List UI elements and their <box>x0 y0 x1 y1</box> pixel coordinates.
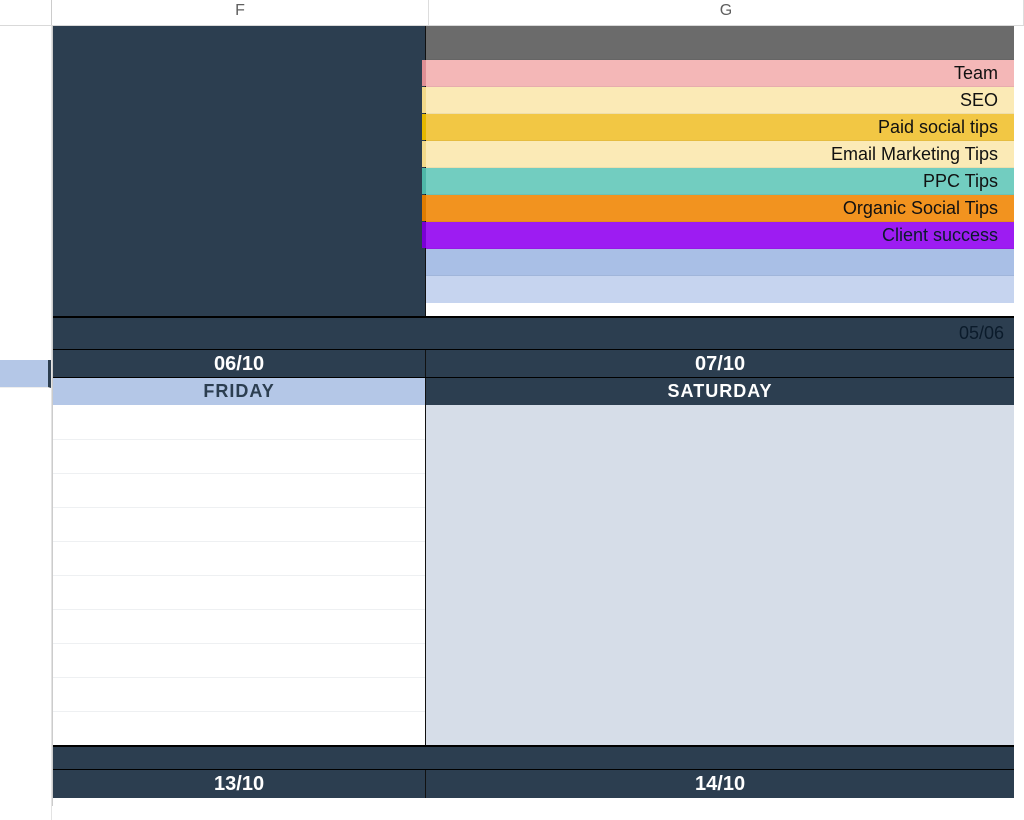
row-number-gutter <box>0 26 52 820</box>
separator-text: 05/06 <box>959 323 1004 344</box>
date-friday-2[interactable]: 13/10 <box>53 770 426 798</box>
legend-label: Team <box>954 63 998 83</box>
selected-row-marker <box>0 360 51 388</box>
legend-block: Team SEO Paid social tips Email Marketin… <box>53 26 1014 316</box>
day-row: FRIDAY SATURDAY <box>53 378 1014 405</box>
corner-cell <box>0 0 52 25</box>
legend-label: PPC Tips <box>923 171 998 191</box>
calendar-body <box>53 405 1014 745</box>
week-separator <box>53 745 1014 770</box>
column-header-g[interactable]: G <box>429 0 1024 25</box>
legend-row[interactable]: Email Marketing Tips <box>426 141 1014 168</box>
legend-row[interactable] <box>426 43 1014 60</box>
spreadsheet-grid[interactable]: Team SEO Paid social tips Email Marketin… <box>52 26 1014 806</box>
column-header-f[interactable]: F <box>52 0 429 25</box>
legend-label: Paid social tips <box>878 117 998 137</box>
date-friday[interactable]: 06/10 <box>53 350 426 377</box>
cell-friday[interactable] <box>53 405 426 745</box>
date-saturday[interactable]: 07/10 <box>426 350 1014 377</box>
legend-row[interactable] <box>426 26 1014 43</box>
legend-bottom-pad <box>426 303 1014 316</box>
legend-list: Team SEO Paid social tips Email Marketin… <box>426 26 1014 316</box>
legend-row[interactable]: SEO <box>426 87 1014 114</box>
date-row-2: 13/10 14/10 <box>53 770 1014 798</box>
legend-row[interactable]: Paid social tips <box>426 114 1014 141</box>
day-friday[interactable]: FRIDAY <box>53 378 426 405</box>
legend-label: Organic Social Tips <box>843 198 998 218</box>
legend-row[interactable]: PPC Tips <box>426 168 1014 195</box>
legend-row[interactable]: Client success <box>426 222 1014 249</box>
day-saturday[interactable]: SATURDAY <box>426 378 1014 405</box>
legend-row[interactable] <box>426 249 1014 276</box>
week-separator: 05/06 <box>53 316 1014 350</box>
date-saturday-2[interactable]: 14/10 <box>426 770 1014 798</box>
date-row: 06/10 07/10 <box>53 350 1014 378</box>
legend-label: SEO <box>960 90 998 110</box>
legend-row[interactable]: Team <box>426 60 1014 87</box>
legend-row[interactable] <box>426 276 1014 303</box>
legend-label: Email Marketing Tips <box>831 144 998 164</box>
legend-label: Client success <box>882 225 998 245</box>
legend-row[interactable]: Organic Social Tips <box>426 195 1014 222</box>
cell-saturday[interactable] <box>426 405 1014 745</box>
column-header-row: F G <box>0 0 1024 26</box>
legend-left-fill <box>53 26 426 316</box>
